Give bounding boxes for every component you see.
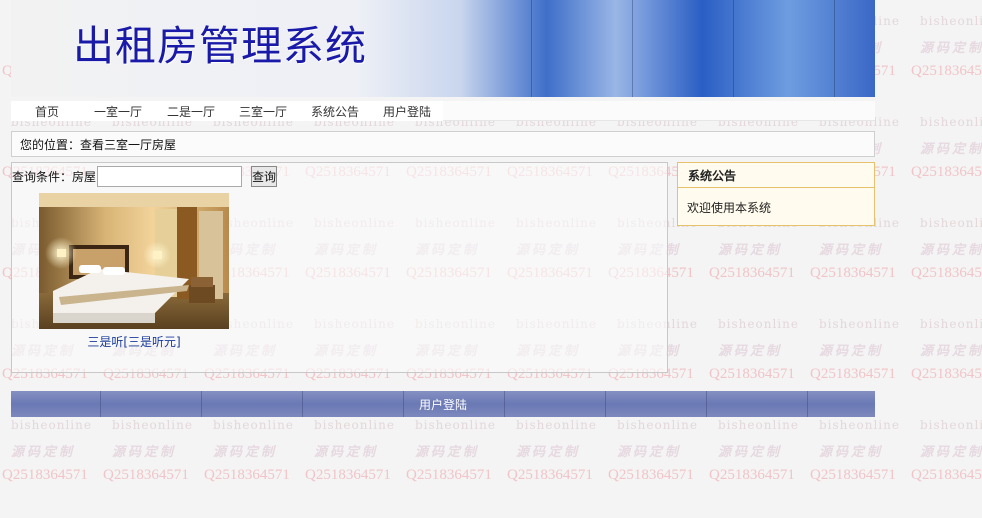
site-title: 出租房管理系统 — [73, 22, 367, 70]
nav-item-three-room[interactable]: 三室一厅 — [239, 103, 287, 120]
nav-item-login[interactable]: 用户登陆 — [383, 103, 431, 120]
listing-panel: 查询条件：房屋 查询 三是听[三是听元] — [11, 162, 668, 373]
notice-content: 欢迎使用本系统 — [687, 201, 772, 215]
breadcrumb: 您的位置：查看三室一厅房屋 — [11, 131, 875, 157]
search-button[interactable]: 查询 — [251, 165, 278, 187]
header-banner: 出租房管理系统 — [11, 0, 875, 97]
nav-menu: 首页 一室一厅 二是一厅 三室一厅 系统公告 用户登陆 — [11, 101, 443, 121]
nav-item-one-room[interactable]: 一室一厅 — [94, 103, 142, 120]
watermark-row: bisheonlinebisheonlinebisheonlinebisheon… — [11, 418, 982, 432]
search-input[interactable] — [97, 165, 243, 187]
nav-item-two-room[interactable]: 二是一厅 — [167, 103, 215, 120]
room-caption[interactable]: 三是听[三是听元] — [39, 333, 229, 350]
footer-login-link[interactable]: 用户登陆 — [419, 396, 467, 413]
breadcrumb-text: 您的位置：查看三室一厅房屋 — [20, 137, 177, 152]
search-bar: 查询条件：房屋 查询 — [12, 165, 278, 187]
notice-panel: 系统公告 欢迎使用本系统 — [677, 162, 875, 226]
nav-item-notices[interactable]: 系统公告 — [311, 103, 359, 120]
footer-bar: 用户登陆 — [11, 391, 875, 417]
notice-title: 系统公告 — [678, 163, 874, 188]
watermark-row: 源码定制源码定制源码定制源码定制源码定制源码定制源码定制源码定制源码定制源码定制 — [11, 445, 982, 460]
watermark-row: Q2518364571Q2518364571Q2518364571Q251836… — [2, 467, 982, 483]
room-card[interactable]: 三是听[三是听元] — [39, 193, 229, 350]
top-nav: 首页 一室一厅 二是一厅 三室一厅 系统公告 用户登陆 — [11, 101, 875, 121]
room-photo[interactable] — [39, 193, 229, 329]
search-label: 查询条件：房屋 — [12, 169, 97, 184]
nav-item-home[interactable]: 首页 — [35, 103, 59, 120]
